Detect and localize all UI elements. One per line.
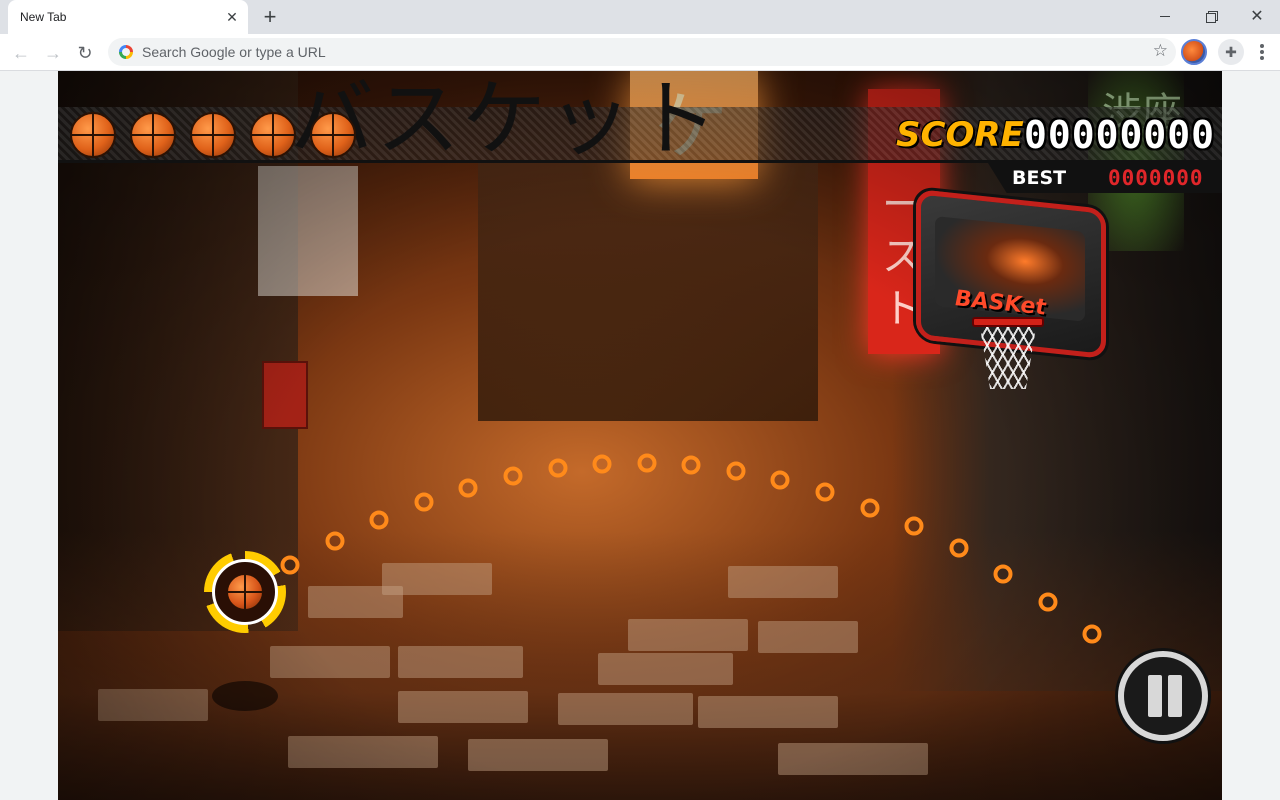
bookmark-star-icon[interactable]: ☆ xyxy=(1153,41,1168,61)
reload-button[interactable]: ↻ xyxy=(72,40,98,66)
restore-button[interactable] xyxy=(1188,0,1234,32)
best-label: BEST xyxy=(1012,167,1067,189)
close-window-button[interactable]: ✕ xyxy=(1234,0,1280,32)
omnibox-input[interactable] xyxy=(142,38,1122,66)
life-basketball-icon xyxy=(310,112,356,158)
trajectory-dot xyxy=(637,453,657,473)
trajectory-dot xyxy=(993,564,1013,584)
trajectory-dot xyxy=(1038,592,1058,612)
score-value: 00000000 xyxy=(1024,113,1216,157)
best-value: 0000000 xyxy=(1108,166,1204,190)
trajectory-dot xyxy=(548,458,568,478)
pause-icon xyxy=(1168,675,1182,717)
tab-strip: New Tab ✕ + ✕ xyxy=(0,0,1280,34)
minimize-button[interactable] xyxy=(1142,0,1188,32)
trajectory-dot xyxy=(414,492,434,512)
game-canvas[interactable]: ケ ースト 渋座 BASKet xyxy=(58,71,1222,800)
trajectory-dot xyxy=(770,470,790,490)
trajectory-dot xyxy=(860,498,880,518)
trajectory-dot xyxy=(1082,624,1102,644)
ball-launcher[interactable] xyxy=(204,551,286,633)
basketball[interactable] xyxy=(227,574,263,610)
tab-title: New Tab xyxy=(20,10,67,24)
extensions-puzzle-icon[interactable]: ✚ xyxy=(1218,39,1244,65)
trajectory-dot xyxy=(592,454,612,474)
trajectory-dot xyxy=(949,538,969,558)
pause-icon xyxy=(1148,675,1162,717)
ball-ring xyxy=(212,559,278,625)
life-basketball-icon xyxy=(250,112,296,158)
score-label: SCORE xyxy=(896,115,1024,155)
trajectory-dot xyxy=(681,455,701,475)
ball-shadow xyxy=(212,681,278,711)
tab-close-icon[interactable]: ✕ xyxy=(224,9,240,25)
trajectory-dot xyxy=(726,461,746,481)
google-icon xyxy=(119,45,133,59)
browser-toolbar: ← → ↻ ☆ ✚ xyxy=(0,34,1280,71)
restore-icon xyxy=(1206,11,1218,23)
trajectory-dot xyxy=(325,531,345,551)
trajectory-dot xyxy=(369,510,389,530)
trajectory-dot xyxy=(280,555,300,575)
trajectory-dot xyxy=(815,482,835,502)
game-title: バスケット xyxy=(290,71,721,168)
menu-dots-icon[interactable] xyxy=(1252,40,1272,64)
extension-basketball-icon[interactable] xyxy=(1181,39,1207,65)
life-basketball-icon xyxy=(130,112,176,158)
minimize-icon xyxy=(1160,15,1170,17)
tab-new-tab[interactable]: New Tab ✕ xyxy=(8,0,248,34)
life-basketball-icon xyxy=(190,112,236,158)
new-tab-button[interactable]: + xyxy=(258,6,282,30)
forward-button[interactable]: → xyxy=(40,40,66,66)
back-button[interactable]: ← xyxy=(8,40,34,66)
life-basketball-icon xyxy=(70,112,116,158)
trajectory-dot xyxy=(458,478,478,498)
omnibox[interactable]: ☆ xyxy=(108,38,1176,66)
pause-button[interactable] xyxy=(1118,651,1208,741)
trajectory-dot xyxy=(904,516,924,536)
trajectory-dot xyxy=(503,466,523,486)
close-icon: ✕ xyxy=(1250,8,1264,25)
